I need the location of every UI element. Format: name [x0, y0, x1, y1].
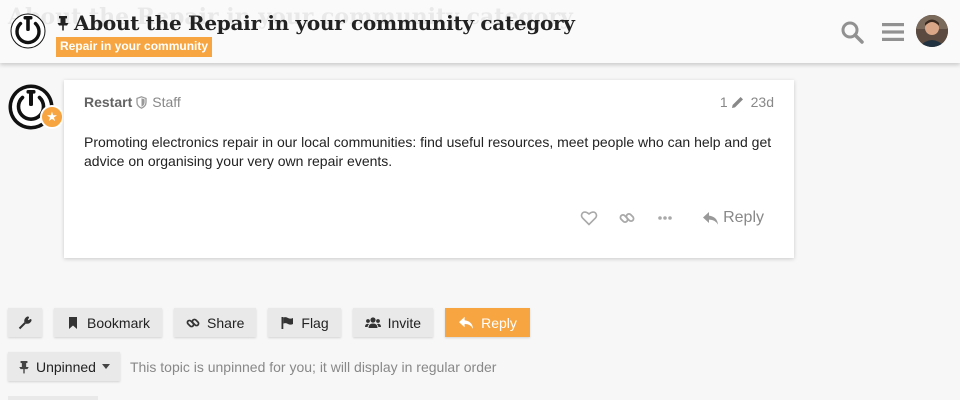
reply-button[interactable]: Reply — [445, 308, 530, 337]
bookmark-icon — [69, 316, 77, 329]
power-logo-icon[interactable] — [10, 13, 46, 49]
flag-label: Flag — [301, 314, 329, 331]
pin-icon — [57, 16, 69, 31]
edit-count[interactable]: 1 — [720, 94, 728, 110]
staff-star-icon: ★ — [40, 105, 64, 129]
bookmark-label: Bookmark — [87, 314, 151, 331]
invite-label: Invite — [387, 314, 422, 331]
pin-description: This topic is unpinned for you; it will … — [129, 358, 497, 375]
share-label: Share — [207, 314, 245, 331]
unpinned-dropdown[interactable]: Unpinned — [8, 352, 120, 381]
post-body: Promoting electronics repair in our loca… — [84, 134, 772, 169]
flag-icon — [281, 316, 294, 329]
post-info: 1 23d — [720, 94, 774, 110]
link-icon[interactable] — [618, 209, 636, 227]
post-actions: Reply — [580, 209, 764, 227]
post-meta: Restart Staff — [84, 94, 181, 110]
post-username[interactable]: Restart — [84, 94, 132, 110]
admin-wrench-button[interactable] — [8, 308, 42, 337]
share-button[interactable]: Share — [174, 308, 257, 337]
category-badge[interactable]: Repair in your community — [56, 37, 213, 57]
site-header: About the Repair in your community categ… — [0, 0, 960, 63]
hamburger-menu-icon[interactable] — [881, 21, 905, 43]
post-user-title: Staff — [152, 94, 181, 110]
avatar-portrait-icon — [916, 15, 948, 47]
post-reply-label: Reply — [723, 209, 764, 226]
wrench-icon — [18, 316, 32, 329]
bookmark-button[interactable]: Bookmark — [54, 308, 163, 337]
shield-icon — [136, 95, 147, 109]
topic-title[interactable]: About the Repair in your community categ… — [74, 11, 575, 35]
topic-title-area: About the Repair in your community categ… — [56, 10, 575, 57]
search-icon[interactable] — [840, 20, 864, 44]
link-icon — [186, 318, 200, 327]
reply-icon — [703, 211, 719, 225]
users-icon — [364, 316, 381, 328]
post-card: Restart Staff 1 23d Promoting electronic… — [64, 80, 794, 258]
reply-icon — [459, 316, 474, 329]
flag-button[interactable]: Flag — [268, 308, 341, 337]
reply-label: Reply — [481, 314, 517, 331]
post-age[interactable]: 23d — [751, 94, 774, 110]
pin-status-row: Unpinned This topic is unpinned for you;… — [8, 352, 496, 381]
invite-button[interactable]: Invite — [352, 308, 434, 337]
caret-down-icon — [101, 364, 110, 369]
heart-icon[interactable] — [580, 209, 598, 227]
unpinned-label: Unpinned — [36, 358, 96, 375]
pencil-icon[interactable] — [731, 96, 744, 109]
partially-visible-button[interactable] — [8, 396, 98, 400]
post-reply-button[interactable]: Reply — [702, 209, 764, 227]
ellipsis-icon[interactable] — [656, 209, 674, 227]
topic-footer-buttons: Bookmark Share Flag Invite Reply — [8, 308, 530, 337]
user-avatar[interactable] — [916, 15, 948, 47]
pin-icon — [19, 360, 29, 373]
